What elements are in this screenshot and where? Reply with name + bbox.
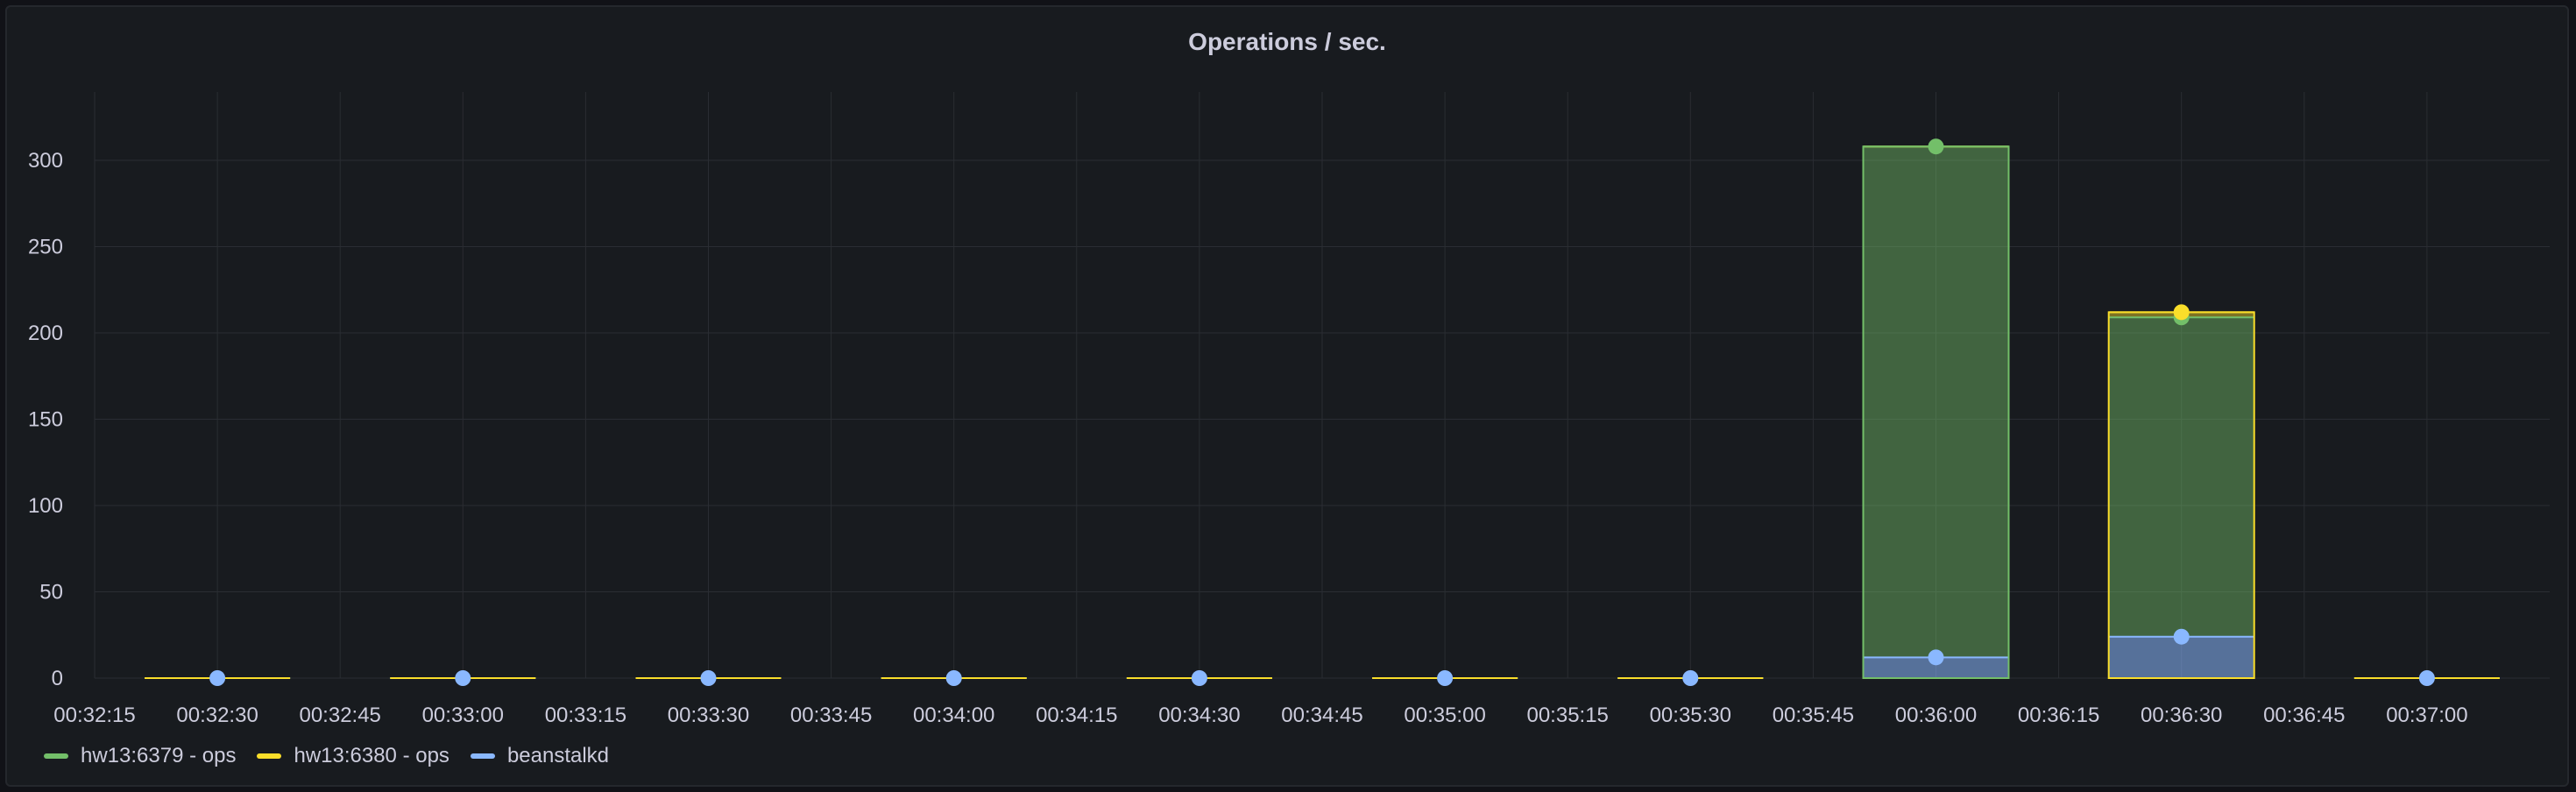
legend-label: hw13:6379 - ops xyxy=(81,744,237,767)
x-tick-label: 00:34:45 xyxy=(1281,704,1362,727)
bar-segment xyxy=(2108,317,2254,637)
x-tick-label: 00:34:15 xyxy=(1036,704,1117,727)
x-tick-label: 00:34:00 xyxy=(913,704,994,727)
x-tick-label: 00:32:45 xyxy=(299,704,380,727)
x-tick-label: 00:36:30 xyxy=(2141,704,2222,727)
x-tick-label: 00:33:15 xyxy=(545,704,626,727)
legend: hw13:6379 - ops hw13:6380 - ops beanstal… xyxy=(44,743,630,769)
bar-segment xyxy=(1863,146,2009,658)
data-point xyxy=(2173,628,2190,645)
data-point xyxy=(1191,670,1207,686)
x-tick-label: 00:34:30 xyxy=(1158,704,1240,727)
x-tick-label: 00:33:00 xyxy=(422,704,504,727)
legend-label: beanstalkd xyxy=(506,744,610,767)
legend-item-hw13-6380[interactable]: hw13:6380 - ops xyxy=(257,743,449,769)
x-tick-label: 00:36:15 xyxy=(2018,704,2099,727)
data-point xyxy=(2173,304,2190,321)
x-tick-label: 00:35:30 xyxy=(1650,704,1731,727)
legend-swatch-blue xyxy=(470,753,495,759)
data-point xyxy=(2418,670,2435,686)
chart-svg: 0 50 100 150 200 250 300 00:32:15 00:32:30 00:32:… xyxy=(28,92,2550,727)
data-point xyxy=(455,670,471,686)
x-tick-label: 00:35:45 xyxy=(1773,704,1854,727)
x-tick-label: 00:37:00 xyxy=(2386,704,2467,727)
x-tick-label: 00:35:15 xyxy=(1526,704,1608,727)
y-tick-label: 300 xyxy=(28,149,63,173)
data-point xyxy=(1928,138,1944,155)
data-point xyxy=(1928,649,1944,666)
x-tick-label: 00:36:00 xyxy=(1895,704,1977,727)
x-tick-label: 00:33:30 xyxy=(668,704,749,727)
data-point xyxy=(209,670,226,686)
data-point xyxy=(700,670,717,686)
y-tick-label: 200 xyxy=(28,322,63,345)
x-tick-label: 00:32:30 xyxy=(176,704,258,727)
y-tick-label: 0 xyxy=(52,667,63,690)
data-point xyxy=(1437,670,1454,686)
x-tick-label: 00:32:15 xyxy=(53,704,135,727)
x-tick-label: 00:33:45 xyxy=(790,704,872,727)
data-point xyxy=(945,670,962,686)
y-tick-label: 50 xyxy=(39,581,63,605)
legend-label: hw13:6380 - ops xyxy=(294,744,449,767)
legend-item-beanstalkd[interactable]: beanstalkd xyxy=(470,743,610,769)
legend-swatch-green xyxy=(44,753,68,759)
x-tick-label: 00:35:00 xyxy=(1404,704,1485,727)
x-tick-label: 00:36:45 xyxy=(2263,704,2345,727)
data-point xyxy=(1682,670,1699,686)
y-tick-label: 250 xyxy=(28,236,63,259)
legend-item-hw13-6379[interactable]: hw13:6379 - ops xyxy=(44,743,236,769)
y-tick-label: 150 xyxy=(28,408,63,432)
legend-swatch-yellow xyxy=(257,753,282,759)
y-tick-label: 100 xyxy=(28,494,63,518)
